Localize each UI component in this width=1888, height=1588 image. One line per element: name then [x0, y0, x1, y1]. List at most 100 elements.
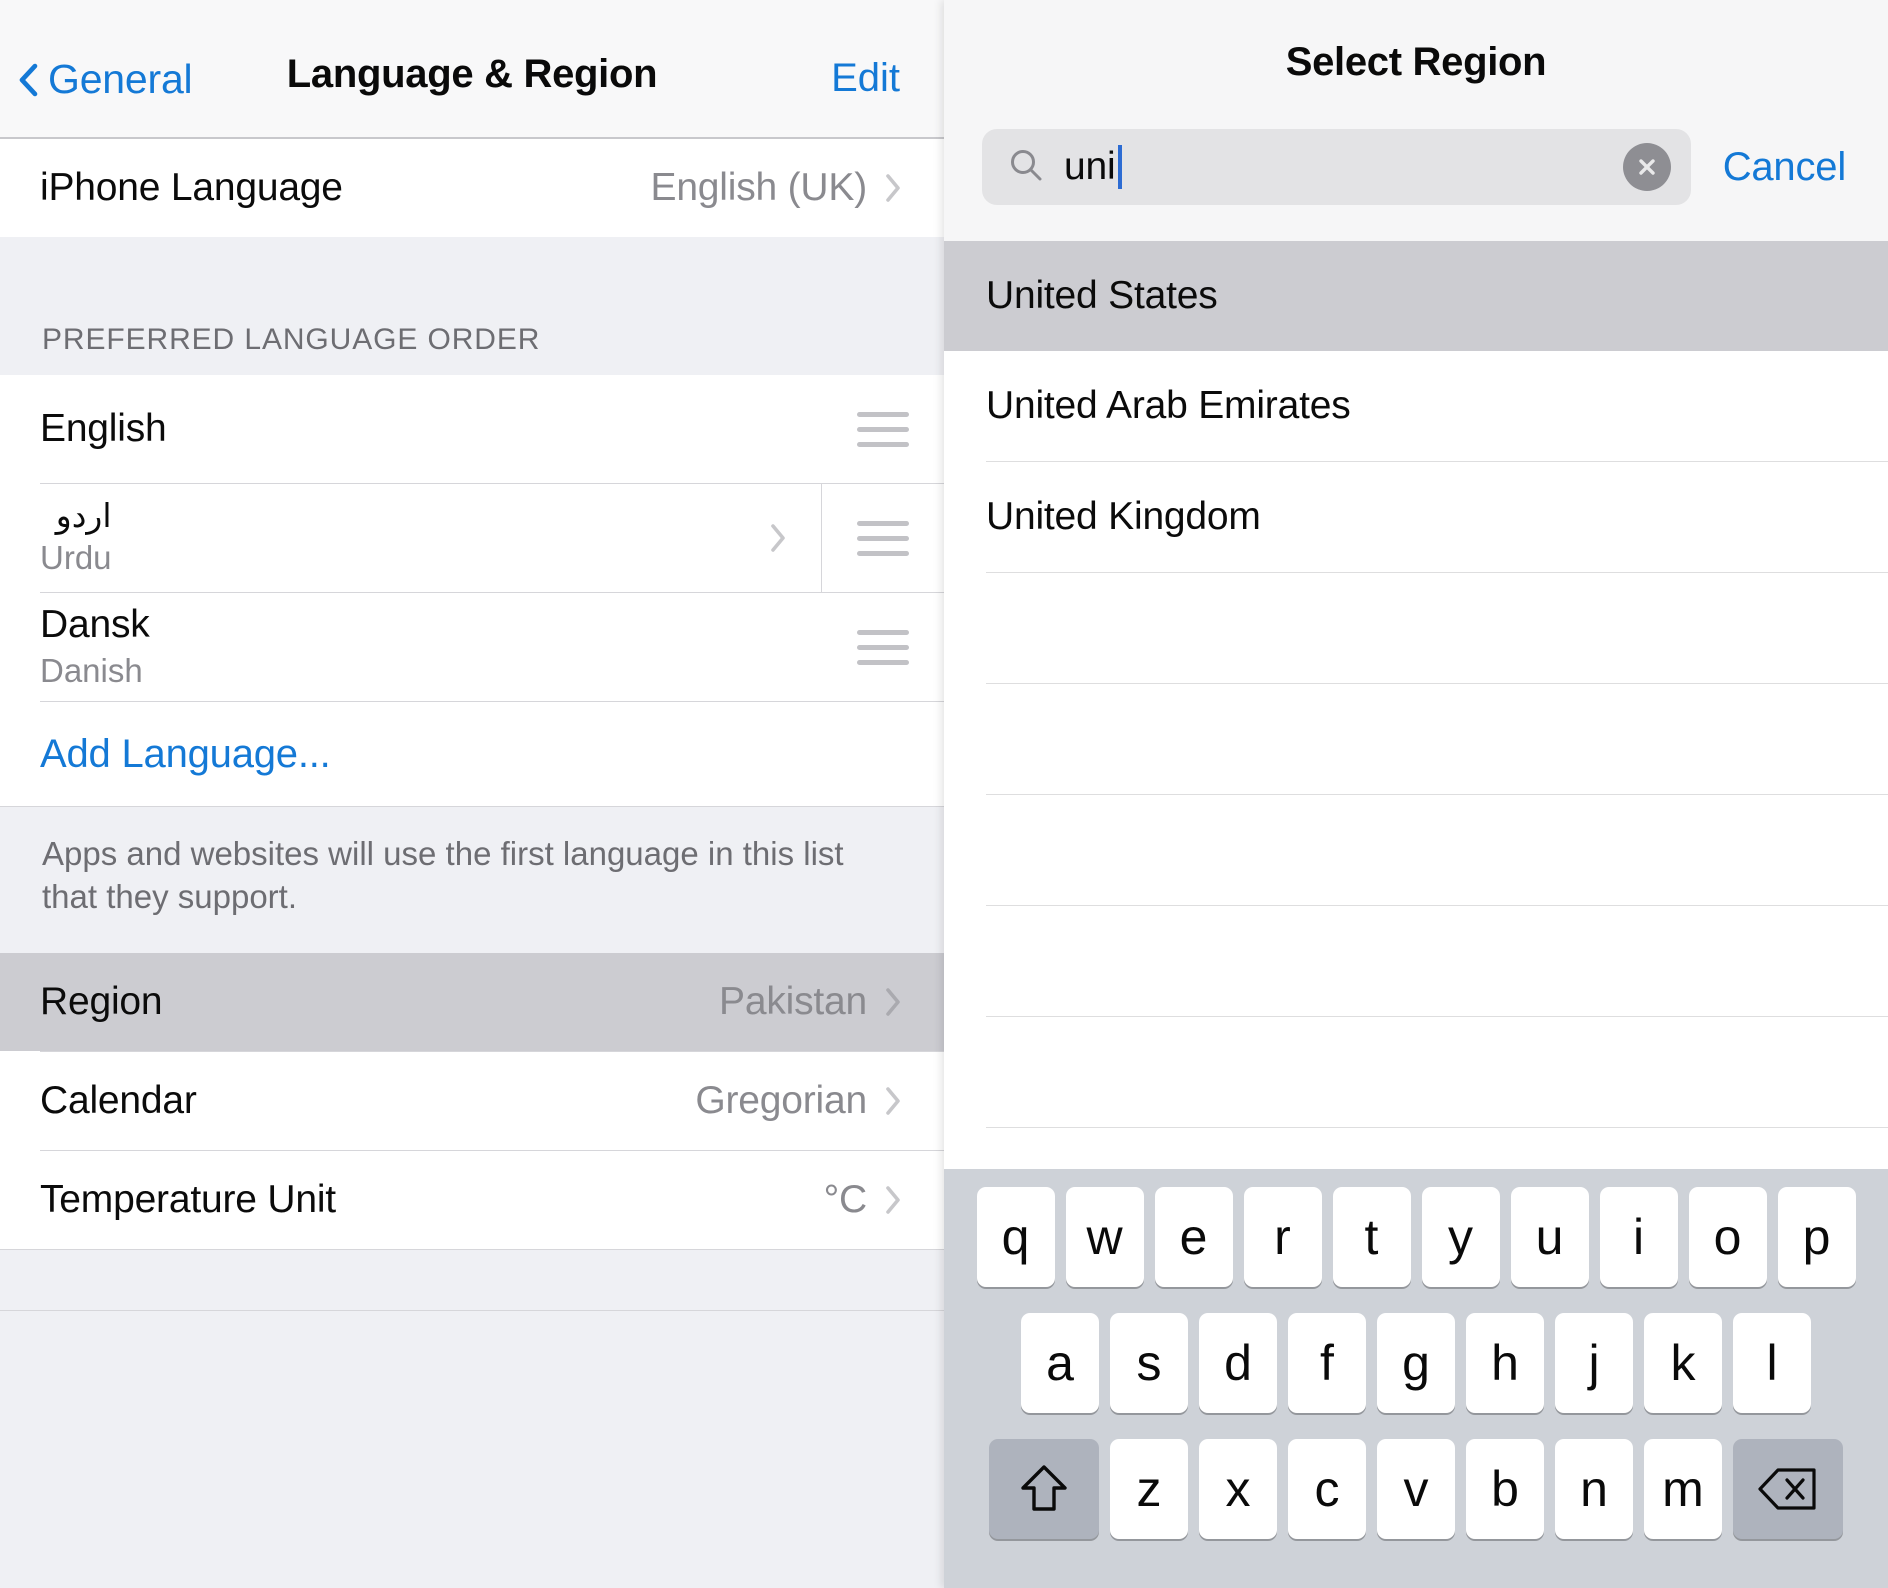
- region-results-list: United States United Arab Emirates Unite…: [944, 241, 1888, 1128]
- row-iphone-language[interactable]: iPhone Language English (UK): [0, 139, 944, 237]
- key-n[interactable]: n: [1555, 1439, 1633, 1539]
- key-z[interactable]: z: [1110, 1439, 1188, 1539]
- key-c[interactable]: c: [1288, 1439, 1366, 1539]
- key-k[interactable]: k: [1644, 1313, 1722, 1413]
- region-result-united-arab-emirates[interactable]: United Arab Emirates: [944, 351, 1888, 461]
- key-q[interactable]: q: [976, 1187, 1055, 1287]
- key-t[interactable]: t: [1332, 1187, 1411, 1287]
- keyboard-row-3: z x c v b n m: [944, 1439, 1888, 1539]
- modal-header: Select Region uni Cancel: [944, 0, 1888, 241]
- language-english-name: Urdu: [40, 539, 112, 577]
- reorder-handle-cell[interactable]: [822, 375, 944, 483]
- language-native-name: Dansk: [40, 602, 150, 646]
- key-v[interactable]: v: [1377, 1439, 1455, 1539]
- iphone-language-group: iPhone Language English (UK): [0, 139, 944, 237]
- chevron-right-icon: [885, 1086, 902, 1116]
- language-row-dansk[interactable]: Dansk Danish: [0, 593, 944, 701]
- language-row-english[interactable]: English: [0, 375, 944, 483]
- preferred-language-footnote: Apps and websites will use the first lan…: [0, 807, 944, 953]
- key-d[interactable]: d: [1199, 1313, 1277, 1413]
- chevron-right-icon: [885, 1185, 902, 1215]
- key-b[interactable]: b: [1466, 1439, 1544, 1539]
- preferred-language-list: English اردو Urdu Dansk Danish Add Langu…: [0, 375, 944, 806]
- language-native-name: English: [40, 406, 167, 450]
- row-label: Calendar: [40, 1078, 197, 1122]
- reorder-handle-cell[interactable]: [822, 484, 944, 592]
- empty-list-row: [944, 684, 1888, 794]
- chevron-right-icon: [885, 173, 902, 203]
- key-s[interactable]: s: [1110, 1313, 1188, 1413]
- page-title: Language & Region: [286, 52, 658, 96]
- modal-title: Select Region: [1285, 40, 1547, 84]
- add-language-button[interactable]: Add Language...: [0, 702, 944, 806]
- navigation-bar: General Language & Region Edit: [0, 0, 944, 139]
- language-english-name: Danish: [40, 651, 143, 689]
- group-bottom-separator: [0, 1309, 944, 1311]
- language-native-name: اردو: [55, 497, 112, 535]
- key-h[interactable]: h: [1466, 1313, 1544, 1413]
- region-result-united-kingdom[interactable]: United Kingdom: [944, 462, 1888, 572]
- row-region[interactable]: Region Pakistan: [0, 952, 944, 1051]
- key-i[interactable]: i: [1599, 1187, 1678, 1287]
- clear-circle-icon[interactable]: [1622, 143, 1671, 191]
- key-r[interactable]: r: [1243, 1187, 1322, 1287]
- reorder-handle-icon[interactable]: [857, 520, 909, 556]
- key-m[interactable]: m: [1644, 1439, 1722, 1539]
- language-name-stack: Dansk Danish: [40, 603, 150, 691]
- reorder-handle-icon[interactable]: [857, 629, 909, 665]
- edit-button[interactable]: Edit: [831, 56, 900, 101]
- key-x[interactable]: x: [1199, 1439, 1277, 1539]
- backspace-key[interactable]: [1733, 1439, 1843, 1539]
- empty-list-row: [944, 795, 1888, 905]
- key-p[interactable]: p: [1777, 1187, 1856, 1287]
- backspace-icon: [1757, 1466, 1819, 1512]
- keyboard-row-2: a s d f g h j k l: [944, 1313, 1888, 1413]
- text-caret: [1118, 145, 1123, 189]
- key-y[interactable]: y: [1421, 1187, 1500, 1287]
- empty-list-row: [944, 1017, 1888, 1127]
- chevron-right-icon: [885, 987, 902, 1017]
- on-screen-keyboard: q w e r t y u i o p a s d f g h j k l z …: [944, 1169, 1888, 1588]
- list-separator: [986, 1127, 1888, 1128]
- row-label: Region: [40, 979, 163, 1023]
- key-w[interactable]: w: [1065, 1187, 1144, 1287]
- key-f[interactable]: f: [1288, 1313, 1366, 1413]
- language-name-stack: English: [40, 407, 167, 452]
- group-spacer: [0, 1249, 944, 1310]
- chevron-right-icon: [770, 523, 787, 553]
- region-result-united-states[interactable]: United States: [944, 241, 1888, 351]
- key-o[interactable]: o: [1688, 1187, 1767, 1287]
- reorder-handle-cell[interactable]: [822, 593, 944, 701]
- key-j[interactable]: j: [1555, 1313, 1633, 1413]
- screen-root: General Language & Region Edit iPhone La…: [0, 0, 1888, 1588]
- empty-list-row: [944, 573, 1888, 683]
- shift-key[interactable]: [989, 1439, 1099, 1539]
- search-icon: [1008, 147, 1044, 188]
- language-row-urdu[interactable]: اردو Urdu: [0, 484, 944, 592]
- row-value: °C: [823, 1177, 868, 1221]
- key-a[interactable]: a: [1021, 1313, 1099, 1413]
- empty-list-row: [944, 906, 1888, 1016]
- language-region-settings-panel: General Language & Region Edit iPhone La…: [0, 0, 944, 1588]
- row-calendar[interactable]: Calendar Gregorian: [0, 1051, 944, 1150]
- row-right: °C: [824, 1178, 902, 1222]
- search-input-value: uni: [1064, 145, 1116, 188]
- search-input[interactable]: uni: [982, 129, 1691, 205]
- language-name-stack: اردو Urdu: [40, 497, 112, 578]
- row-temperature-unit[interactable]: Temperature Unit °C: [0, 1150, 944, 1249]
- region-settings-group: Region Pakistan Calendar Gregorian Tempe…: [0, 952, 944, 1249]
- row-right: Pakistan: [719, 980, 902, 1024]
- key-g[interactable]: g: [1377, 1313, 1455, 1413]
- row-value: Pakistan: [719, 979, 867, 1023]
- key-l[interactable]: l: [1733, 1313, 1811, 1413]
- row-right: English (UK): [651, 166, 903, 210]
- row-value: Gregorian: [695, 1078, 867, 1122]
- key-u[interactable]: u: [1510, 1187, 1589, 1287]
- cancel-button[interactable]: Cancel: [1715, 145, 1854, 190]
- language-detail-disclosure[interactable]: [112, 484, 822, 592]
- preferred-language-order-header: PREFERRED LANGUAGE ORDER: [0, 237, 944, 375]
- row-label: Temperature Unit: [40, 1177, 336, 1221]
- key-e[interactable]: e: [1154, 1187, 1233, 1287]
- row-label: iPhone Language: [40, 166, 343, 209]
- reorder-handle-icon[interactable]: [857, 411, 909, 447]
